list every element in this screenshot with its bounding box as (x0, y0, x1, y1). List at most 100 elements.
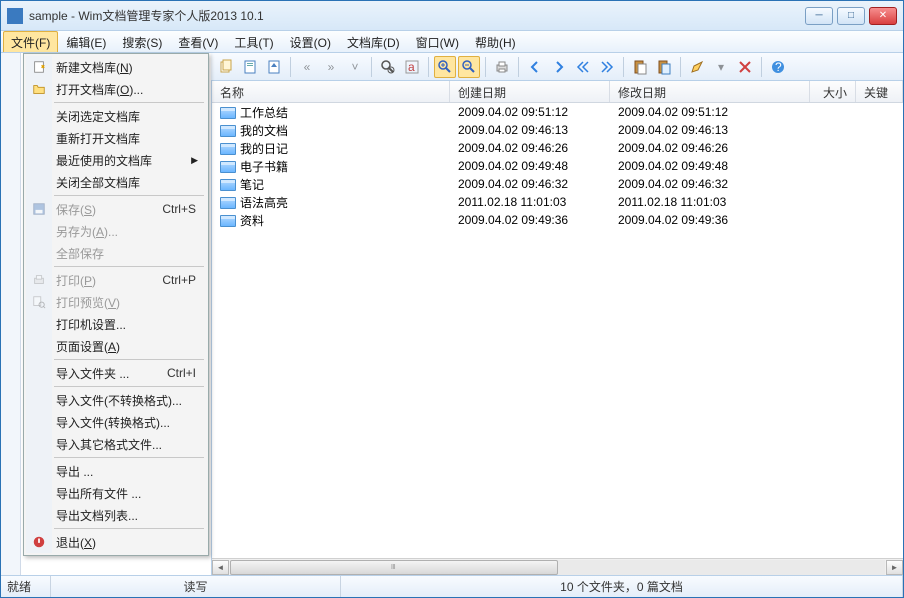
menu-item[interactable]: 页面设置(A) (26, 335, 206, 357)
row-created: 2009.04.02 09:51:12 (450, 105, 610, 119)
table-row[interactable]: 电子书籍2009.04.02 09:49:482009.04.02 09:49:… (212, 157, 903, 175)
menu-settings[interactable]: 设置(O) (282, 31, 339, 52)
menu-item[interactable]: 重新打开文档库 (26, 127, 206, 149)
tb-zoom-in-icon[interactable] (434, 56, 456, 78)
row-modified: 2009.04.02 09:46:26 (610, 141, 810, 155)
menu-item[interactable]: 新建文档库(N) (26, 56, 206, 78)
row-modified: 2009.04.02 09:49:48 (610, 159, 810, 173)
list-body: 工作总结2009.04.02 09:51:122009.04.02 09:51:… (212, 103, 903, 558)
scroll-left-icon[interactable]: ◄ (212, 560, 229, 575)
col-modified[interactable]: 修改日期 (610, 81, 810, 102)
menu-item-label: 导出文档列表... (56, 507, 138, 524)
menu-item: 另存为(A)... (26, 220, 206, 242)
menu-separator (54, 386, 204, 387)
table-row[interactable]: 笔记2009.04.02 09:46:322009.04.02 09:46:32 (212, 175, 903, 193)
file-list-pane: 名称 创建日期 修改日期 大小 关键字 工作总结2009.04.02 09:51… (211, 81, 903, 575)
tb-arrow-dleft-icon[interactable] (572, 56, 594, 78)
tb-arrow-dright-icon[interactable] (596, 56, 618, 78)
menu-window[interactable]: 窗口(W) (408, 31, 467, 52)
menu-item: 打印(P)Ctrl+P (26, 269, 206, 291)
menu-help[interactable]: 帮助(H) (467, 31, 524, 52)
tb-sep (761, 57, 762, 77)
tb-nav-fwd-icon[interactable]: » (320, 56, 342, 78)
tb-dropdown-icon[interactable]: ▾ (710, 56, 732, 78)
row-name: 我的文档 (240, 124, 288, 138)
tb-arrow-right-icon[interactable] (548, 56, 570, 78)
tb-copy-icon[interactable] (215, 56, 237, 78)
menu-item[interactable]: 导入文件夹 ... Ctrl+I (26, 362, 206, 384)
table-row[interactable]: 我的文档 2009.04.02 09:46:132009.04.02 09:46:… (212, 121, 903, 139)
menu-item: 全部保存 (26, 242, 206, 264)
folder-icon (220, 161, 236, 173)
menu-shortcut: Ctrl+I (167, 366, 196, 380)
horizontal-scrollbar[interactable]: ◄ Ⅲ ► (212, 558, 903, 575)
menu-shortcut: Ctrl+P (162, 273, 196, 287)
tb-delete-icon[interactable] (734, 56, 756, 78)
tb-nav-back-icon[interactable]: « (296, 56, 318, 78)
svg-text:a: a (408, 60, 415, 74)
table-row[interactable]: 工作总结2009.04.02 09:51:122009.04.02 09:51:… (212, 103, 903, 121)
menu-item[interactable]: 关闭选定文档库 (26, 105, 206, 127)
menu-item-label: 导入文件夹 ... (56, 365, 129, 382)
scroll-track[interactable]: Ⅲ (230, 560, 885, 575)
tb-pen-icon[interactable] (686, 56, 708, 78)
menu-shortcut: Ctrl+S (162, 202, 196, 216)
col-name[interactable]: 名称 (212, 81, 450, 102)
maximize-button[interactable]: □ (837, 7, 865, 25)
menu-item[interactable]: 导入文件(不转换格式)... (26, 389, 206, 411)
col-size[interactable]: 大小 (810, 81, 856, 102)
row-modified: 2009.04.02 09:46:13 (610, 123, 810, 137)
menu-tools[interactable]: 工具(T) (226, 31, 281, 52)
menu-edit[interactable]: 编辑(E) (58, 31, 114, 52)
menu-view[interactable]: 查看(V) (170, 31, 226, 52)
menu-doclib[interactable]: 文档库(D) (339, 31, 408, 52)
menu-item[interactable]: 打印机设置... (26, 313, 206, 335)
menu-item[interactable]: 关闭全部文档库 (26, 171, 206, 193)
menu-item[interactable]: 最近使用的文档库▶ (26, 149, 206, 171)
row-created: 2009.04.02 09:46:13 (450, 123, 610, 137)
tb-arrow-left-icon[interactable] (524, 56, 546, 78)
menu-item: 保存(S)Ctrl+S (26, 198, 206, 220)
tb-help-icon[interactable]: ? (767, 56, 789, 78)
tb-find-icon[interactable] (377, 56, 399, 78)
row-name: 资料 (240, 214, 264, 228)
menu-separator (54, 195, 204, 196)
menu-item[interactable]: 退出(X) (26, 531, 206, 553)
menu-item-label: 导入文件(不转换格式)... (56, 392, 182, 409)
close-button[interactable]: ✕ (869, 7, 897, 25)
row-name: 笔记 (240, 178, 264, 192)
status-count: 10 个文件夹，0 篇文档 (341, 576, 903, 597)
scroll-thumb[interactable]: Ⅲ (230, 560, 558, 575)
exit-icon (31, 534, 47, 550)
tb-zoom-out-icon[interactable] (458, 56, 480, 78)
scroll-right-icon[interactable]: ► (886, 560, 903, 575)
tb-nav-up-icon[interactable]: ˅ (344, 56, 366, 78)
menu-item[interactable]: 导出文档列表... (26, 504, 206, 526)
row-modified: 2011.02.18 11:01:03 (610, 195, 810, 209)
table-row[interactable]: 语法高亮2011.02.18 11:01:032011.02.18 11:01:… (212, 193, 903, 211)
menu-item[interactable]: 导出 ... (26, 460, 206, 482)
table-row[interactable]: 我的日记2009.04.02 09:46:262009.04.02 09:46:… (212, 139, 903, 157)
tb-sep (518, 57, 519, 77)
row-modified: 2009.04.02 09:49:36 (610, 213, 810, 227)
col-created[interactable]: 创建日期 (450, 81, 610, 102)
row-name: 我的日记 (240, 142, 288, 156)
tb-annotate-icon[interactable]: a (401, 56, 423, 78)
menu-search[interactable]: 搜索(S) (114, 31, 170, 52)
menu-item[interactable]: 导入其它格式文件... (26, 433, 206, 455)
table-row[interactable]: 资料2009.04.02 09:49:362009.04.02 09:49:36 (212, 211, 903, 229)
menu-item-label: 导出 ... (56, 463, 93, 480)
menu-separator (54, 457, 204, 458)
menu-item[interactable]: 导出所有文件 ... (26, 482, 206, 504)
menu-file[interactable]: 文件(F) (3, 31, 58, 52)
col-keyword[interactable]: 关键字 (856, 81, 903, 102)
menu-item[interactable]: 导入文件(转换格式)... (26, 411, 206, 433)
menu-item[interactable]: 打开文档库(O)... (26, 78, 206, 100)
tb-paste2-icon[interactable] (653, 56, 675, 78)
tb-print-icon[interactable] (491, 56, 513, 78)
tb-doc2-icon[interactable] (263, 56, 285, 78)
tb-paste1-icon[interactable] (629, 56, 651, 78)
minimize-button[interactable]: ─ (805, 7, 833, 25)
tb-doc1-icon[interactable] (239, 56, 261, 78)
menu-item-label: 导入文件(转换格式)... (56, 414, 170, 431)
